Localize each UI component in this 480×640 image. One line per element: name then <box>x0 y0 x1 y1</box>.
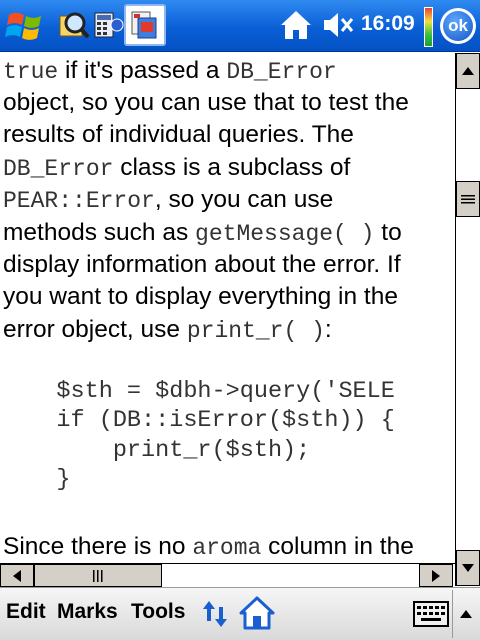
inline-code: DB_Error <box>226 59 337 85</box>
taskbar: 16:09 ok <box>0 0 480 52</box>
magnifier-search-icon <box>59 12 90 39</box>
inline-code: PEAR::Error <box>3 188 155 214</box>
home-icon <box>281 11 311 39</box>
text-segment: to <box>374 219 402 246</box>
calculator-app-button[interactable] <box>88 5 128 45</box>
text-segment: error object, use <box>3 316 187 343</box>
home-nav-button[interactable] <box>239 595 275 631</box>
reader-app-button[interactable] <box>124 4 166 46</box>
grip-lines-icon <box>461 194 475 203</box>
text-line: object, so you can use that to test the <box>3 87 409 119</box>
inline-code: true <box>3 59 59 85</box>
horizontal-scrollbar[interactable] <box>0 563 455 587</box>
inline-code: DB_Error <box>3 156 114 182</box>
text-line: error object, use print_r( ): <box>3 314 332 347</box>
menu-marks[interactable]: Marks <box>57 600 118 624</box>
triangle-left-icon <box>13 569 21 582</box>
code-line: print_r($sth); <box>0 437 311 464</box>
volume-button[interactable] <box>318 5 358 45</box>
text-segment: display information about the error. If <box>3 251 401 278</box>
text-segment: methods such as <box>3 219 196 246</box>
triangle-down-icon <box>462 564 474 572</box>
triangle-up-icon <box>459 610 472 618</box>
text-segment: class is a subclass of <box>113 154 351 181</box>
text-segment: object, so you can use that to test the <box>3 89 409 116</box>
ok-label: ok <box>443 11 473 41</box>
inline-code: getMessage( ) <box>195 221 375 247</box>
document-view[interactable]: true if it's passed a DB_Error object, s… <box>0 53 454 563</box>
battery-indicator <box>424 7 433 47</box>
text-segment: , so you can use <box>154 186 334 213</box>
inline-code: aroma <box>192 535 262 561</box>
menu-bar: Edit Marks Tools <box>0 587 480 640</box>
horizontal-scroll-thumb[interactable] <box>34 564 162 587</box>
home-button[interactable] <box>276 5 316 45</box>
text-line: true if it's passed a DB_Error <box>3 55 337 88</box>
code-line: $sth = $dbh->query('SELE <box>0 378 395 405</box>
text-line: DB_Error class is a subclass of <box>3 152 350 185</box>
vertical-scroll-thumb[interactable] <box>456 181 480 217</box>
text-segment: Since there is no <box>3 533 193 560</box>
calculator-icon <box>94 12 124 38</box>
reader-app-icon <box>131 11 157 39</box>
input-panel-toggle[interactable] <box>452 590 478 638</box>
text-line: PEAR::Error, so you can use <box>3 184 333 217</box>
vertical-scrollbar[interactable] <box>455 53 480 586</box>
sync-button[interactable] <box>202 599 228 629</box>
text-segment: you want to display everything in the <box>3 283 398 310</box>
triangle-right-icon <box>432 569 440 582</box>
menu-tools[interactable]: Tools <box>131 600 185 624</box>
ok-button[interactable]: ok <box>440 8 476 44</box>
scroll-up-button[interactable] <box>456 53 480 89</box>
text-segment: : <box>324 316 332 343</box>
scroll-down-button[interactable] <box>456 550 480 586</box>
clock[interactable]: 16:09 <box>361 12 415 36</box>
text-line: display information about the error. If <box>3 249 401 281</box>
text-line: you want to display everything in the <box>3 281 398 313</box>
text-line-tail: Since there is no aroma column in the <box>3 531 414 563</box>
keyboard-icon <box>413 601 449 627</box>
code-line: } <box>0 466 71 493</box>
text-line: results of individual queries. The <box>3 119 354 151</box>
text-segment: column in the <box>261 533 414 560</box>
triangle-up-icon <box>462 67 474 75</box>
code-line: if (DB::isError($sth)) { <box>0 407 395 434</box>
grip-lines-icon <box>93 569 103 582</box>
text-segment: results of individual queries. The <box>3 121 354 148</box>
keyboard-button[interactable] <box>413 601 449 627</box>
text-segment: if it's passed a <box>58 57 227 84</box>
inline-code: print_r( ) <box>186 318 325 344</box>
menu-edit[interactable]: Edit <box>6 600 46 624</box>
speaker-muted-icon <box>324 13 354 37</box>
scroll-right-button[interactable] <box>419 564 453 587</box>
scroll-left-button[interactable] <box>0 564 34 587</box>
home-nav-icon <box>239 596 275 630</box>
sync-arrows-icon <box>203 601 227 627</box>
windows-flag-icon <box>5 12 41 40</box>
start-button[interactable] <box>2 4 48 48</box>
text-line: methods such as getMessage( ) to <box>3 217 402 250</box>
